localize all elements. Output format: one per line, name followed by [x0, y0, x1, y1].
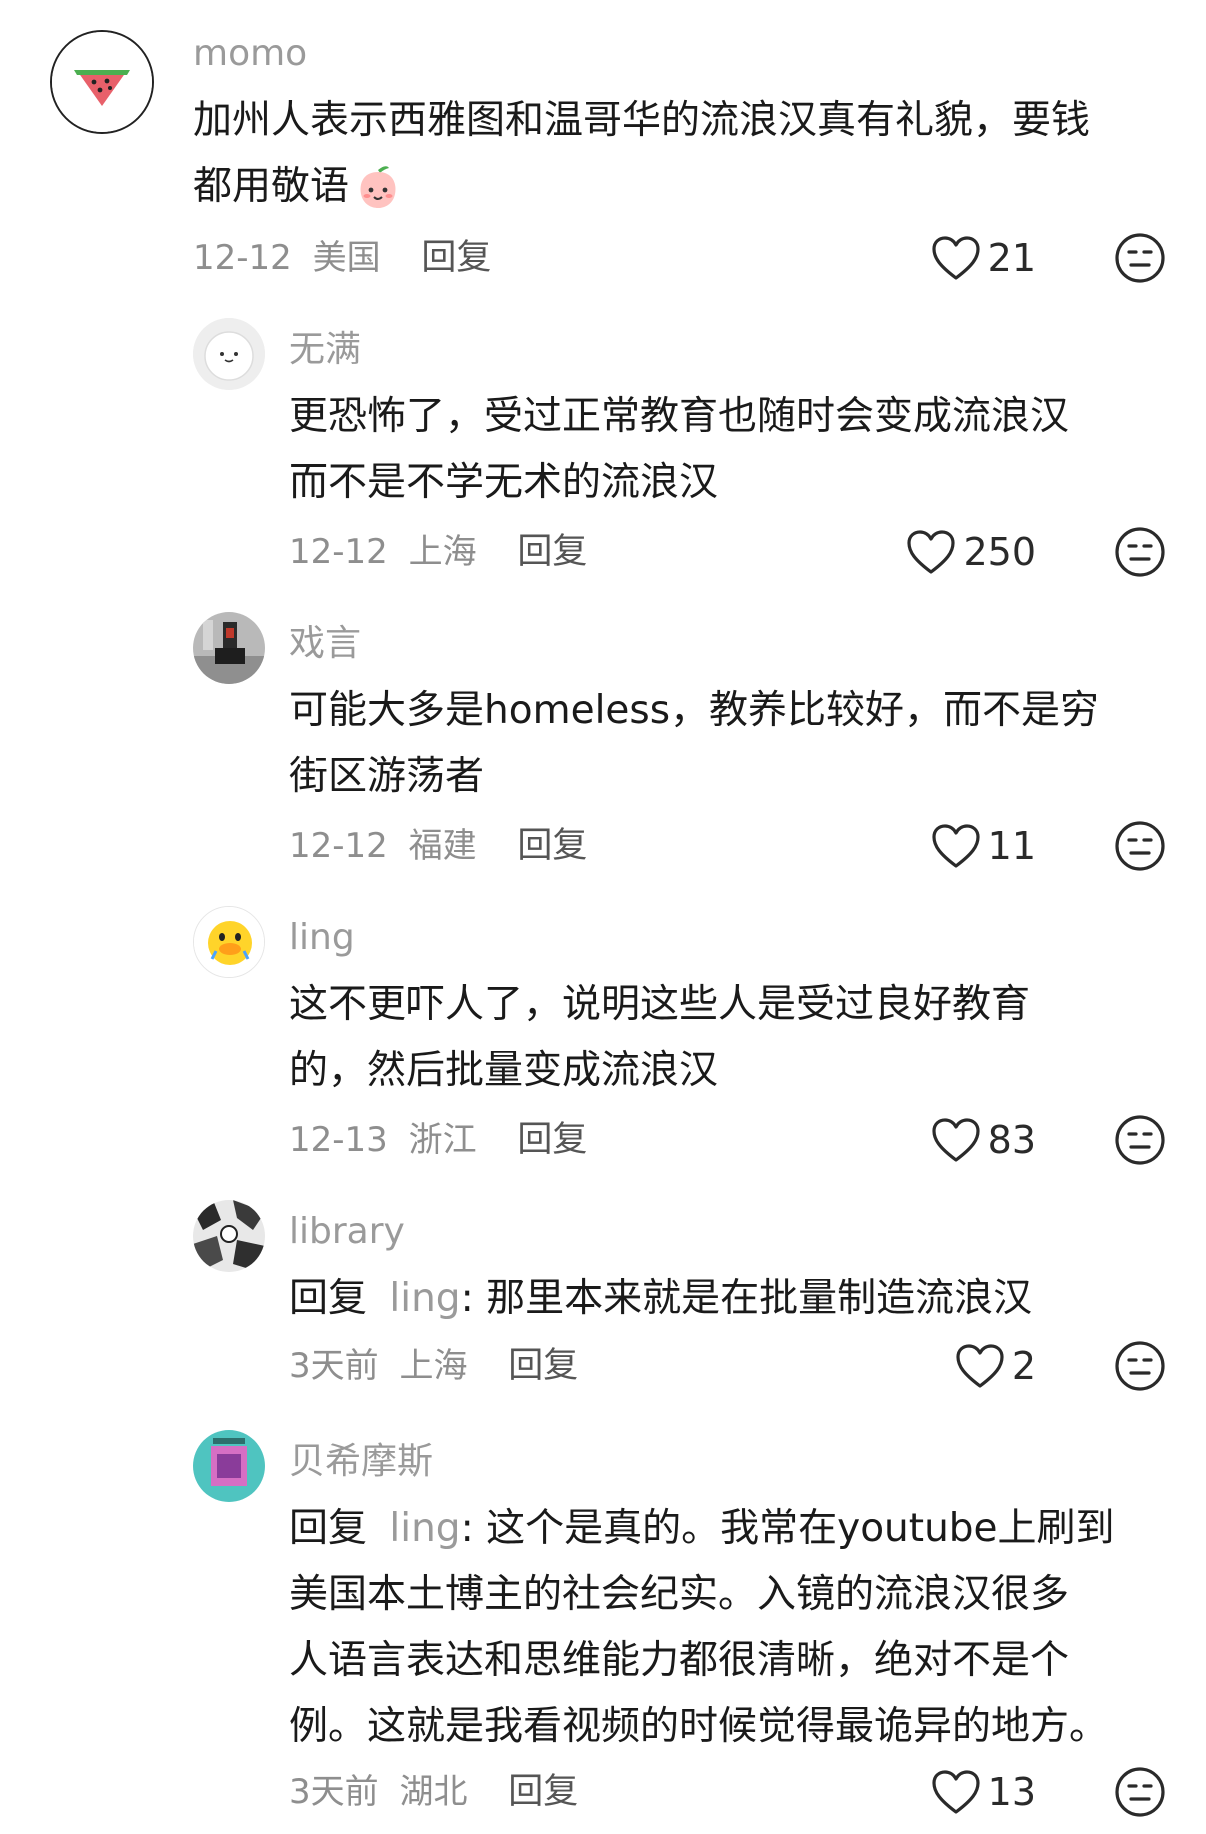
avatar[interactable]	[193, 318, 265, 390]
avatar[interactable]	[193, 612, 265, 684]
heart-outline-icon	[907, 530, 956, 574]
comment-author[interactable]: 无满	[289, 328, 361, 372]
like-button[interactable]: 83	[930, 1114, 1036, 1166]
like-count: 21	[987, 236, 1036, 280]
like-count: 83	[987, 1118, 1036, 1162]
comment-text-line: 可能大多是homeless，教养比较好，而不是穷	[289, 688, 1100, 733]
comment-text-line: 的，然后批量变成流浪汉	[289, 1048, 719, 1093]
like-button[interactable]: 13	[930, 1766, 1036, 1818]
reply-prefix: 回复	[289, 1506, 368, 1551]
peach-face-emoji	[360, 166, 396, 208]
comment-date: 3天前	[289, 1772, 379, 1812]
meh-face-icon[interactable]	[1114, 526, 1166, 578]
reply-button[interactable]: 回复	[517, 1120, 587, 1160]
comment-meta: 12-13 浙江 回复	[289, 1118, 587, 1162]
meh-face-icon[interactable]	[1114, 1766, 1166, 1818]
comment-location: 福建	[408, 826, 477, 866]
like-button[interactable]: 250	[905, 526, 1036, 578]
meh-face-icon[interactable]	[1114, 820, 1166, 872]
comment-text-line: 例。这就是我看视频的时候觉得最诡异的地方。	[289, 1704, 1109, 1749]
comment-author[interactable]: 戏言	[289, 622, 361, 666]
comment-meta: 12-12 上海 回复	[289, 530, 587, 574]
reply-button[interactable]: 回复	[508, 1772, 578, 1812]
heart-outline-icon	[932, 824, 980, 868]
comment-text-line: 美国本土博主的社会纪实。入镜的流浪汉很多	[289, 1572, 1070, 1617]
comment-date: 12-12	[289, 826, 388, 866]
like-count: 2	[1011, 1344, 1036, 1388]
avatar[interactable]	[193, 1200, 265, 1272]
comment-meta: 3天前 湖北 回复	[289, 1770, 578, 1814]
comment-text-line: : 那里本来就是在批量制造流浪汉	[460, 1276, 1033, 1321]
reply-button[interactable]: 回复	[421, 238, 491, 278]
comment-author[interactable]: library	[289, 1210, 405, 1254]
like-button[interactable]: 21	[930, 232, 1036, 284]
comment-location: 上海	[399, 1346, 468, 1386]
avatar[interactable]	[193, 906, 265, 978]
comment-meta: 12-12 美国 回复	[193, 236, 491, 280]
meh-face-icon[interactable]	[1114, 1114, 1166, 1166]
comment-author[interactable]: momo	[193, 32, 307, 76]
comment-author[interactable]: 贝希摩斯	[289, 1440, 433, 1484]
comment-text-line: 都用敬语	[193, 164, 350, 209]
comment-location: 浙江	[408, 1120, 477, 1160]
reply-target[interactable]: ling	[389, 1506, 460, 1551]
like-button[interactable]: 11	[930, 820, 1036, 872]
comment-text-line: 这不更吓人了，说明这些人是受过良好教育	[289, 982, 1031, 1027]
heart-outline-icon	[956, 1344, 1004, 1388]
comment-text-line: 加州人表示西雅图和温哥华的流浪汉真有礼貌，要钱	[193, 98, 1091, 143]
comment-text: 更恐怖了，受过正常教育也随时会变成流浪汉 而不是不学无术的流浪汉	[289, 384, 1069, 516]
comment-date: 12-12	[193, 238, 292, 278]
reply-prefix: 回复	[289, 1276, 368, 1321]
comment-text-line: 而不是不学无术的流浪汉	[289, 460, 719, 505]
meh-face-icon[interactable]	[1114, 1340, 1166, 1392]
reply-button[interactable]: 回复	[517, 826, 587, 866]
heart-outline-icon	[932, 236, 980, 280]
like-count: 11	[987, 824, 1036, 868]
comment-date: 12-12	[289, 532, 388, 572]
comment-meta: 12-12 福建 回复	[289, 824, 587, 868]
avatar[interactable]	[193, 1430, 265, 1502]
like-count: 13	[987, 1770, 1036, 1814]
heart-outline-icon	[932, 1118, 980, 1162]
comment-author[interactable]: ling	[289, 916, 355, 960]
like-button[interactable]: 2	[954, 1340, 1036, 1392]
photo-avatar-icon	[193, 612, 265, 684]
manga-avatar-icon	[193, 1200, 265, 1272]
comment-text-line: 人语言表达和思维能力都很清晰，绝对不是个	[289, 1638, 1070, 1683]
comment-location: 湖北	[399, 1772, 468, 1812]
comment-date: 3天前	[289, 1346, 379, 1386]
avatar[interactable]	[50, 30, 154, 134]
comment-text: 加州人表示西雅图和温哥华的流浪汉真有礼貌，要钱 都用敬语	[193, 88, 1090, 220]
comment-date: 12-13	[289, 1120, 388, 1160]
comment-location: 美国	[312, 238, 381, 278]
comment-text: 这不更吓人了，说明这些人是受过良好教育 的，然后批量变成流浪汉	[289, 972, 1030, 1104]
comment-meta: 3天前 上海 回复	[289, 1344, 578, 1388]
reply-button[interactable]: 回复	[517, 532, 587, 572]
comment-text: 回复 ling: 那里本来就是在批量制造流浪汉	[289, 1266, 1032, 1332]
like-count: 250	[963, 530, 1036, 574]
comment-text-line: 更恐怖了，受过正常教育也随时会变成流浪汉	[289, 394, 1070, 439]
comment-text-line: 街区游荡者	[289, 754, 485, 799]
reply-target[interactable]: ling	[389, 1276, 460, 1321]
comment-text-line: : 这个是真的。我常在youtube上刷到	[460, 1506, 1115, 1551]
white-blob-face-icon	[193, 318, 265, 390]
heart-outline-icon	[932, 1770, 980, 1814]
reply-button[interactable]: 回复	[508, 1346, 578, 1386]
comment-text: 可能大多是homeless，教养比较好，而不是穷 街区游荡者	[289, 678, 1099, 810]
duck-face-icon	[194, 907, 264, 977]
comment-location: 上海	[408, 532, 477, 572]
meh-face-icon[interactable]	[1114, 232, 1166, 284]
watermelon-icon	[52, 32, 152, 132]
comment-text: 回复 ling: 这个是真的。我常在youtube上刷到 美国本土博主的社会纪实…	[289, 1496, 1115, 1760]
album-cover-icon	[193, 1430, 265, 1502]
